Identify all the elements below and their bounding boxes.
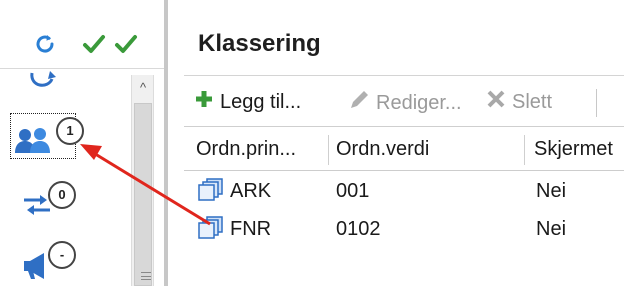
scroll-thumb[interactable]: [134, 103, 152, 286]
grid-header: Ordn.prin... Ordn.verdi Skjermet: [184, 127, 624, 171]
nav-list: 1 0 -: [8, 69, 130, 286]
nav-item-users[interactable]: 1: [8, 111, 130, 167]
document-stack-icon: [198, 178, 224, 208]
toolbar-separator: [596, 89, 597, 117]
scroll-up-arrow-icon[interactable]: ^: [132, 75, 154, 101]
cell-principle: FNR: [230, 218, 272, 240]
left-pane: 1 0 - ^: [0, 0, 168, 286]
table-row[interactable]: FNR 0102 Nei: [184, 210, 624, 250]
column-header-value[interactable]: Ordn.verdi: [336, 138, 429, 161]
nav-item-transfer[interactable]: 0: [8, 173, 130, 229]
badge-count: 0: [48, 181, 76, 209]
delete-label: Slett: [512, 90, 553, 113]
add-label: Legg til...: [220, 90, 302, 113]
column-separator[interactable]: [328, 135, 329, 165]
users-icon: [14, 127, 54, 158]
delete-button[interactable]: Slett: [486, 89, 552, 115]
add-button[interactable]: Legg til...: [194, 89, 301, 115]
flow-icon: [26, 67, 62, 98]
panel-title: Klassering: [198, 30, 321, 57]
pane-splitter[interactable]: [164, 0, 168, 286]
badge-count: -: [48, 241, 76, 269]
scrollbar[interactable]: ^: [131, 75, 154, 286]
table-row[interactable]: ARK 001 Nei: [184, 172, 624, 212]
divider: [184, 75, 624, 76]
edit-button[interactable]: Rediger...: [348, 89, 462, 117]
cell-principle: ARK: [230, 180, 272, 202]
column-header-shielded[interactable]: Skjermet: [534, 138, 613, 161]
grip-icon: [141, 272, 151, 280]
cell-shielded: Nei: [536, 218, 567, 240]
edit-label: Rediger...: [376, 91, 462, 114]
delete-x-icon: [486, 89, 506, 115]
column-separator[interactable]: [524, 135, 525, 165]
nav-item-announcements[interactable]: -: [8, 237, 130, 286]
nav-item-flow[interactable]: [8, 51, 130, 107]
cell-shielded: Nei: [536, 180, 567, 202]
toolbar: Legg til... Rediger... Slett: [184, 79, 624, 123]
megaphone-icon: [20, 251, 50, 286]
cell-value: 0102: [336, 218, 381, 240]
classification-panel: Klassering Legg til... Rediger... Slett …: [176, 0, 624, 286]
column-header-principle[interactable]: Ordn.prin...: [196, 138, 296, 161]
document-stack-icon: [198, 216, 224, 246]
plus-icon: [194, 89, 214, 115]
cell-value: 001: [336, 180, 370, 202]
pencil-icon: [348, 89, 370, 117]
badge-count: 1: [56, 117, 84, 145]
